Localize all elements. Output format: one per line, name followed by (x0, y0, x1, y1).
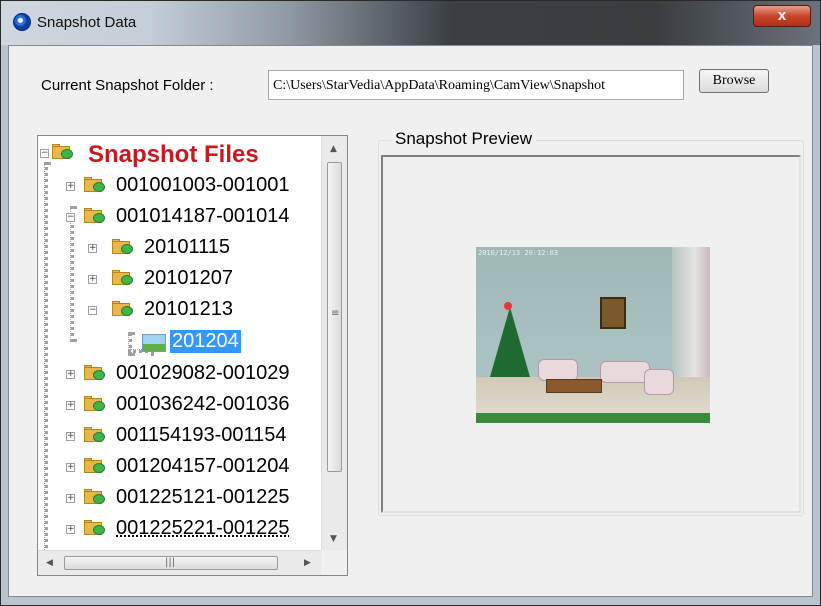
tree-item[interactable]: + 001036242-001036 (38, 390, 321, 420)
tree-item[interactable]: + 001029082-001029 (38, 359, 321, 389)
sofa (538, 359, 578, 381)
folder-icon (112, 270, 134, 286)
scroll-up-icon[interactable]: ▲ (330, 144, 337, 154)
tree-item-selected[interactable]: 201204 (38, 327, 321, 357)
tree-ornament (504, 302, 512, 310)
tree-root[interactable]: − Snapshot Files (38, 140, 321, 170)
grip-icon: ≡ (331, 308, 340, 319)
snapshot-tree[interactable]: − Snapshot Files + 001001003-001001 − 00… (37, 135, 348, 576)
coffee-table (546, 379, 602, 393)
expand-icon[interactable]: + (88, 244, 97, 253)
snapshot-preview-title: Snapshot Preview (391, 129, 537, 149)
window-title: Snapshot Data (37, 14, 137, 31)
snapshot-image: 2010/12/13 20:12:03 (476, 247, 710, 423)
tree-content: − Snapshot Files + 001001003-001001 − 00… (38, 136, 321, 550)
tree-item-label: 20101115 (144, 236, 231, 258)
app-icon (13, 13, 31, 31)
tree-item-label: 001001003-001001 (116, 174, 290, 196)
horizontal-scrollbar[interactable]: ◀ ||| ▶ (38, 550, 321, 575)
horizontal-scroll-thumb[interactable]: ||| (64, 556, 278, 570)
tree-item[interactable]: + 001225121-001225 (38, 483, 321, 513)
expand-icon[interactable]: + (66, 401, 75, 410)
tree-item-label: 201204 (170, 330, 241, 353)
folder-icon (84, 458, 106, 474)
expand-icon[interactable]: + (66, 432, 75, 441)
grip-icon: ||| (165, 557, 176, 568)
current-folder-label: Current Snapshot Folder : (41, 77, 214, 94)
folder-icon (52, 144, 74, 160)
tree-item[interactable]: + 001001003-001001 (38, 171, 321, 201)
tree-item[interactable]: + 001225221-001225 (38, 514, 321, 544)
scroll-left-icon[interactable]: ◀ (46, 558, 53, 568)
collapse-icon[interactable]: − (88, 306, 97, 315)
snapshot-data-window: Snapshot Data x Current Snapshot Folder … (0, 0, 821, 606)
christmas-tree (490, 307, 530, 377)
tree-item[interactable]: − 001014187-001014 (38, 202, 321, 232)
tree-item[interactable]: + 001154193-001154 (38, 421, 321, 451)
folder-icon (84, 427, 106, 443)
expand-icon[interactable]: + (66, 182, 75, 191)
scroll-right-icon[interactable]: ▶ (304, 558, 311, 568)
vertical-scrollbar[interactable]: ▲ ≡ ▼ (321, 136, 347, 550)
expand-icon[interactable]: + (66, 525, 75, 534)
folder-icon (112, 239, 134, 255)
scroll-corner (321, 550, 347, 575)
sofa (600, 361, 650, 383)
tree-item[interactable]: + 20101207 (38, 264, 321, 294)
tree-item-label: 001029082-001029 (116, 362, 290, 384)
folder-icon (84, 520, 106, 536)
expand-icon[interactable]: + (88, 275, 97, 284)
photo-timestamp: 2010/12/13 20:12:03 (478, 249, 559, 257)
preview-pane: 2010/12/13 20:12:03 (381, 155, 801, 513)
tree-item[interactable]: + 20101115 (38, 233, 321, 263)
close-button[interactable]: x (753, 5, 811, 27)
tree-item[interactable]: + 001204157-001204 (38, 452, 321, 482)
folder-icon (84, 489, 106, 505)
vertical-scroll-thumb[interactable]: ≡ (327, 162, 342, 472)
collapse-icon[interactable]: − (66, 213, 75, 222)
folder-icon (84, 177, 106, 193)
tree-item-label: 001225121-001225 (116, 486, 290, 508)
collapse-icon[interactable]: − (40, 149, 49, 158)
folder-icon (112, 301, 134, 317)
tree-root-label: Snapshot Files (88, 141, 259, 168)
photo-floor-edge (476, 413, 710, 423)
tree-item-label: 001225221-001225 (116, 517, 290, 539)
tree-item[interactable]: − 20101213 (38, 295, 321, 325)
expand-icon[interactable]: + (66, 370, 75, 379)
scroll-down-icon[interactable]: ▼ (330, 534, 337, 544)
title-bar[interactable]: Snapshot Data x (1, 1, 820, 45)
tree-item-label: 001154193-001154 (116, 424, 287, 446)
expand-icon[interactable]: + (66, 463, 75, 472)
image-icon (142, 334, 166, 352)
tree-item-label: 001204157-001204 (116, 455, 290, 477)
tree-item-label: 20101207 (144, 267, 233, 289)
snapshot-preview-group: Snapshot Preview 2010/12/13 20:12:03 (378, 129, 804, 516)
browse-button[interactable]: Browse (699, 69, 769, 93)
painting (600, 297, 626, 329)
folder-icon (84, 365, 106, 381)
expand-icon[interactable]: + (66, 494, 75, 503)
tree-item-label: 20101213 (144, 298, 233, 320)
folder-icon (84, 396, 106, 412)
client-area: Current Snapshot Folder : C:\Users\StarV… (8, 45, 813, 597)
tree-item-label: 001014187-001014 (116, 205, 290, 227)
folder-icon (84, 208, 106, 224)
folder-path-field[interactable]: C:\Users\StarVedia\AppData\Roaming\CamVi… (268, 70, 684, 100)
tree-item-label: 001036242-001036 (116, 393, 290, 415)
armchair (644, 369, 674, 395)
